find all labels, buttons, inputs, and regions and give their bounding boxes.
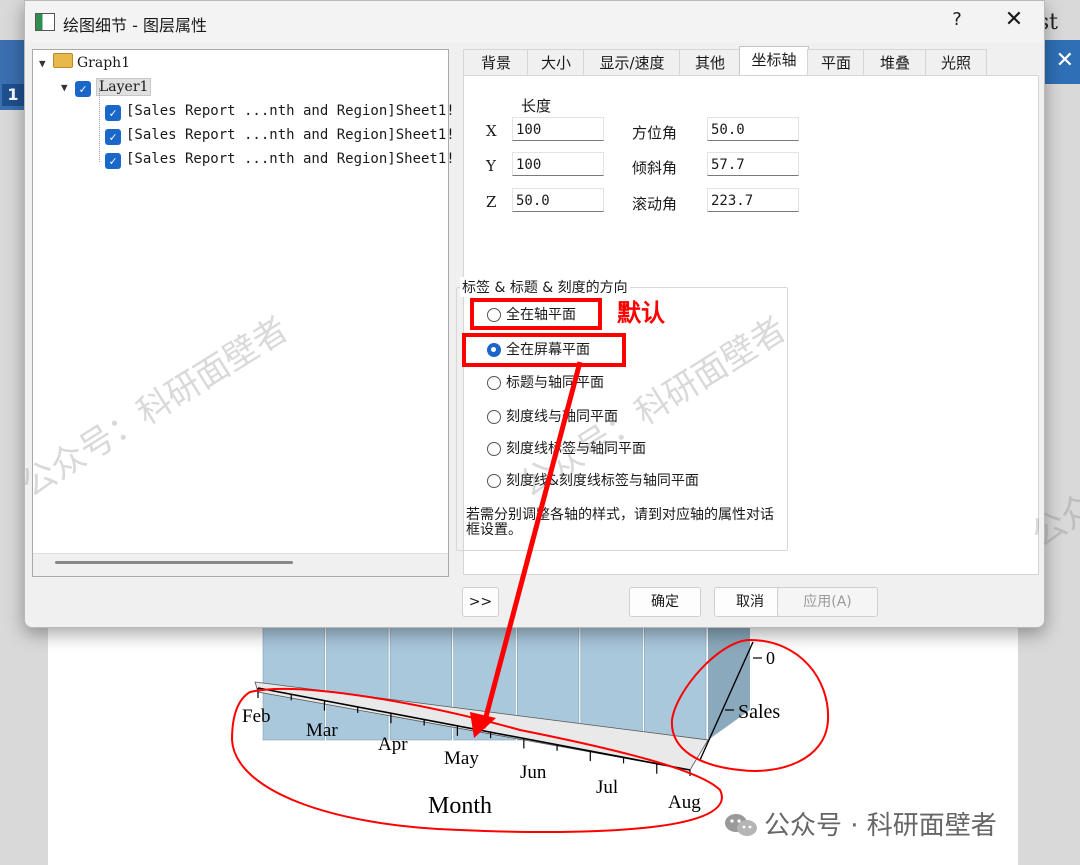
- annotation-arrow: [480, 361, 583, 729]
- annotation-arrowhead: [470, 712, 496, 738]
- annotation-circle-month: [230, 687, 723, 833]
- annotation-overlay: [230, 361, 830, 833]
- annotation-circle-sales: [670, 638, 830, 772]
